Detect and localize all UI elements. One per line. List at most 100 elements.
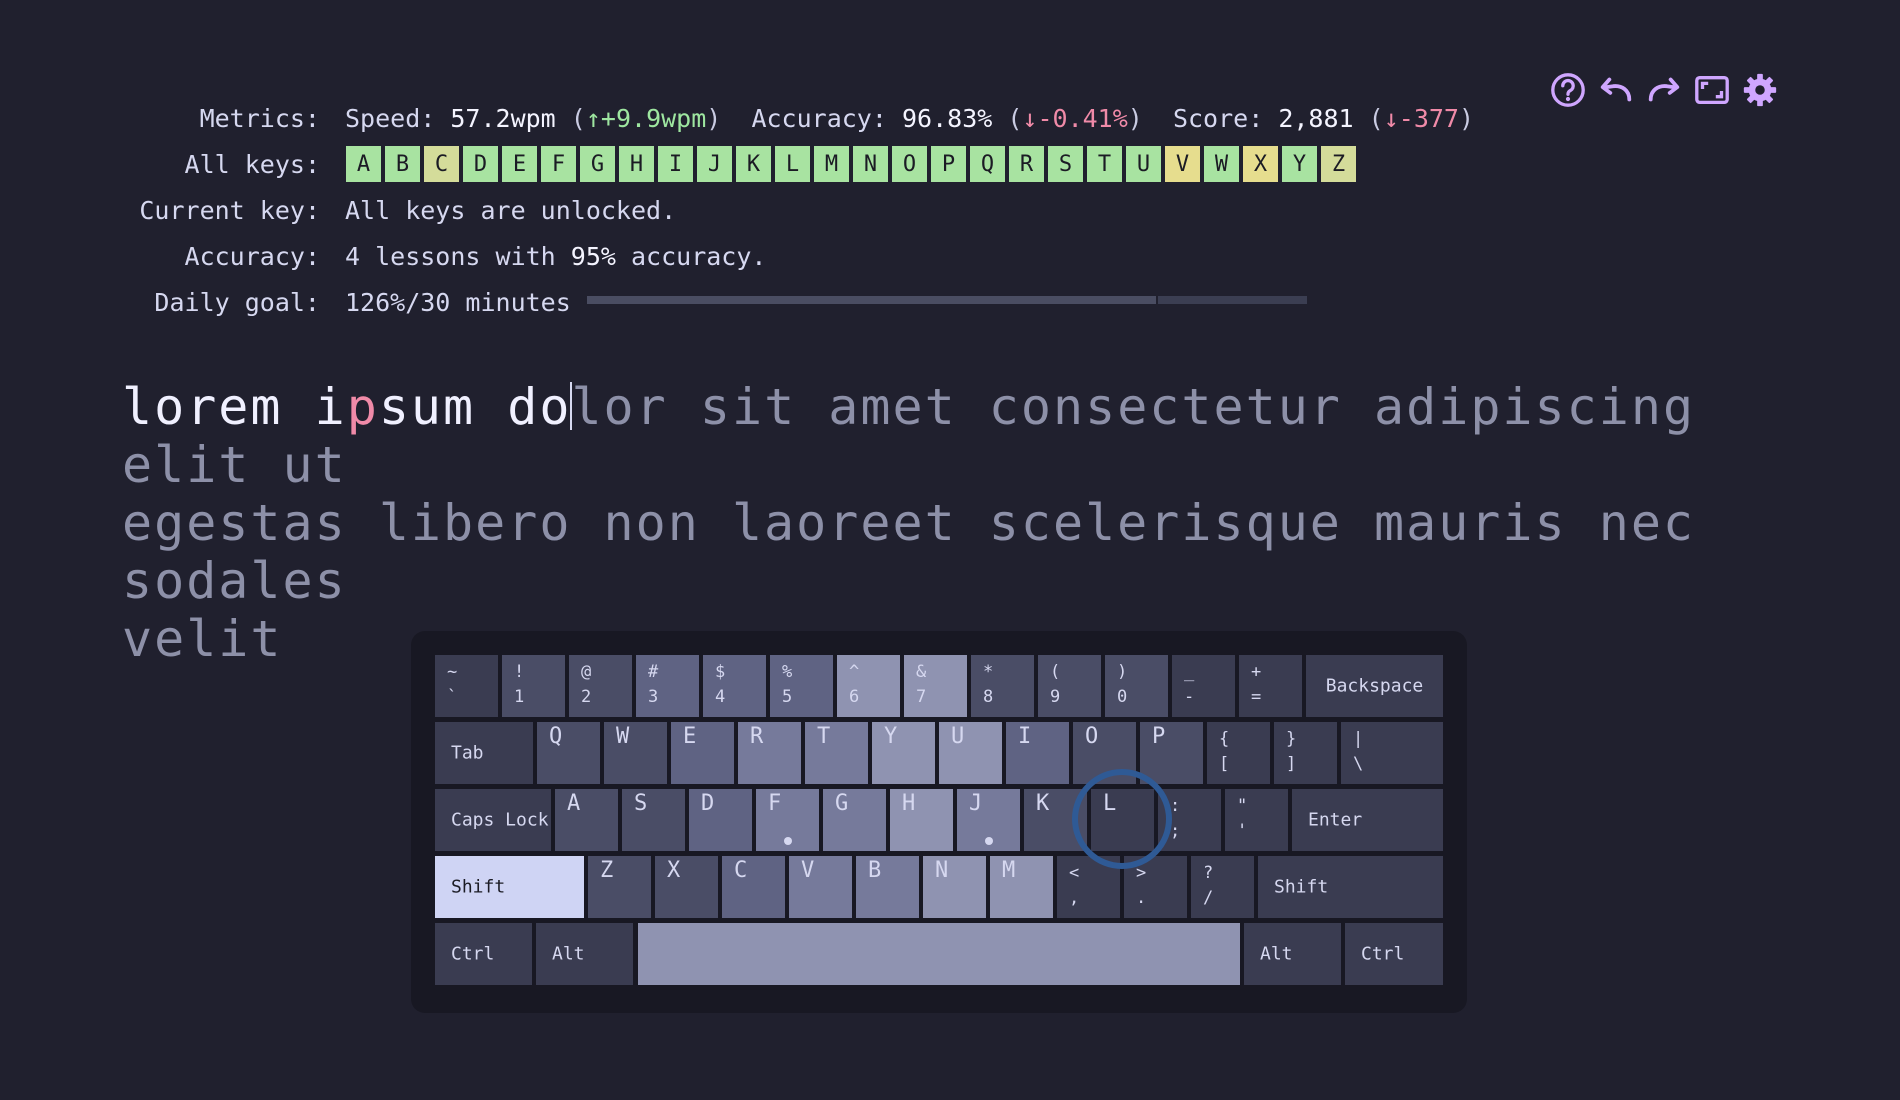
key-label-top: %	[782, 662, 793, 682]
key-`[interactable]: ~ `	[435, 655, 498, 717]
metrics-values: Speed: 57.2wpm (↑+9.9wpm) Accuracy: 96.8…	[345, 103, 1475, 133]
speed-label: Speed:	[345, 103, 436, 133]
key-o[interactable]: O	[1073, 722, 1136, 784]
key-h[interactable]: H	[890, 789, 953, 851]
key-a[interactable]: A	[555, 789, 618, 851]
key-u[interactable]: U	[939, 722, 1002, 784]
key-label-top: :	[1170, 796, 1181, 816]
key-s[interactable]: S	[622, 789, 685, 851]
key-q[interactable]: Q	[537, 722, 600, 784]
undo-icon[interactable]	[1596, 70, 1636, 110]
accuracy-row-text: 4 lessons with 95% accuracy.	[345, 242, 766, 271]
key-=[interactable]: + =	[1239, 655, 1302, 717]
key-label-top: {	[1219, 729, 1230, 749]
key-tab[interactable]: Tab	[435, 722, 533, 784]
key-t[interactable]: T	[805, 722, 868, 784]
key-progress-n: N	[852, 145, 889, 183]
key-left-shift[interactable]: Shift	[435, 856, 584, 918]
key-1[interactable]: ! 1	[502, 655, 565, 717]
key-label-top: S	[634, 791, 648, 816]
key-progress-r: R	[1008, 145, 1045, 183]
remaining-text-line-2: egestas libero non laoreet scelerisque m…	[122, 494, 1696, 610]
key-n[interactable]: N	[923, 856, 986, 918]
key-,[interactable]: <,	[1057, 856, 1120, 918]
key-5[interactable]: % 5	[770, 655, 833, 717]
key-left-alt[interactable]: Alt	[536, 923, 633, 985]
key-e[interactable]: E	[671, 722, 734, 784]
key-r[interactable]: R	[738, 722, 801, 784]
key-y[interactable]: Y	[872, 722, 935, 784]
key-right-alt[interactable]: Alt	[1244, 923, 1341, 985]
key-/[interactable]: ? /	[1191, 856, 1254, 918]
key-4[interactable]: $4	[703, 655, 766, 717]
redo-icon[interactable]	[1644, 70, 1684, 110]
key-label-top: !	[514, 662, 525, 682]
home-row-dot-icon	[783, 837, 792, 845]
key-progress-a: A	[345, 145, 382, 183]
key-label: Tab	[451, 742, 484, 764]
key-'[interactable]: " '	[1225, 789, 1288, 851]
key--[interactable]: _ -	[1172, 655, 1235, 717]
key-label-bottom: \	[1353, 754, 1364, 774]
key-][interactable]: }]	[1274, 722, 1337, 784]
key-\[interactable]: | \	[1341, 722, 1443, 784]
key-right-shift[interactable]: Shift	[1258, 856, 1443, 918]
key-3[interactable]: #3	[636, 655, 699, 717]
key-label-bottom: 1	[514, 687, 525, 707]
key-label-top: K	[1036, 791, 1050, 816]
key-2[interactable]: @2	[569, 655, 632, 717]
daily-goal-progress-bar	[587, 296, 1307, 304]
key-6[interactable]: ^ 6	[837, 655, 900, 717]
key-0[interactable]: ) 0	[1105, 655, 1168, 717]
key-[[interactable]: {[	[1207, 722, 1270, 784]
key-.[interactable]: >.	[1124, 856, 1187, 918]
key-g[interactable]: G	[823, 789, 886, 851]
key-label-top: +	[1251, 662, 1262, 682]
gear-icon[interactable]	[1740, 70, 1780, 110]
key-m[interactable]: M	[990, 856, 1053, 918]
fullscreen-icon[interactable]	[1692, 70, 1732, 110]
key-label-top: E	[683, 724, 697, 749]
key-enter[interactable]: Enter	[1292, 789, 1443, 851]
key-label-top: P	[1152, 724, 1166, 749]
help-icon[interactable]	[1548, 70, 1588, 110]
typed-text-2: sum do	[378, 378, 572, 436]
speed-value: 57.2wpm	[450, 103, 556, 133]
key-l[interactable]: L	[1091, 789, 1154, 851]
key-label: Ctrl	[451, 943, 495, 965]
key-progress-h: H	[618, 145, 655, 183]
key-backspace[interactable]: Backspace	[1306, 655, 1443, 717]
key-v[interactable]: V	[789, 856, 852, 918]
key-label-bottom: 6	[849, 687, 860, 707]
key-label-top: Y	[884, 724, 898, 749]
key-j[interactable]: J	[957, 789, 1020, 851]
key-f[interactable]: F	[756, 789, 819, 851]
accuracy-value: 96.83%	[901, 103, 993, 133]
key-k[interactable]: K	[1024, 789, 1087, 851]
key-right-ctrl[interactable]: Ctrl	[1345, 923, 1443, 985]
key-d[interactable]: D	[689, 789, 752, 851]
key-label-top: M	[1002, 858, 1016, 883]
key-label-bottom: 3	[648, 687, 659, 707]
key-8[interactable]: * 8	[971, 655, 1034, 717]
key-i[interactable]: I	[1006, 722, 1069, 784]
key-9[interactable]: (9	[1038, 655, 1101, 717]
key-;[interactable]: :;	[1158, 789, 1221, 851]
key-z[interactable]: Z	[588, 856, 651, 918]
key-7[interactable]: & 7	[904, 655, 967, 717]
key-p[interactable]: P	[1140, 722, 1203, 784]
key-space[interactable]	[638, 923, 1240, 985]
key-label-top: B	[868, 858, 882, 883]
key-w[interactable]: W	[604, 722, 667, 784]
key-label-top: V	[801, 858, 815, 883]
key-c[interactable]: C	[722, 856, 785, 918]
all-keys-label: All keys:	[184, 149, 320, 179]
daily-goal-label: Daily goal:	[154, 287, 320, 317]
key-left-ctrl[interactable]: Ctrl	[435, 923, 532, 985]
lesson-text[interactable]: lorem ipsum dolor sit amet consectetur a…	[122, 378, 1802, 668]
key-label-top: N	[935, 858, 949, 883]
key-label-top: ~	[447, 662, 458, 682]
key-b[interactable]: B	[856, 856, 919, 918]
key-caps-lock[interactable]: Caps Lock	[435, 789, 551, 851]
key-x[interactable]: X	[655, 856, 718, 918]
